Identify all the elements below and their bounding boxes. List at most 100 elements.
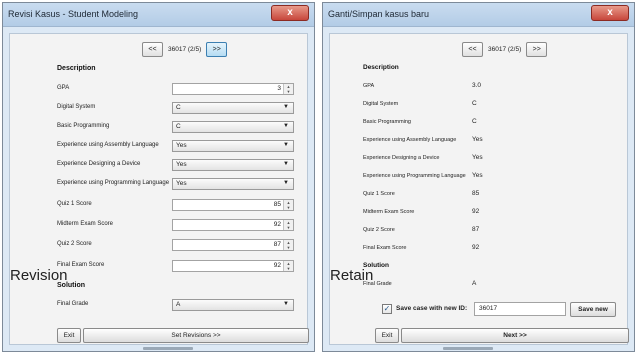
quiz2-spinner[interactable]: 87 ▲ ▼ bbox=[172, 239, 294, 251]
spinner-arrows-icon[interactable]: ▲ ▼ bbox=[283, 240, 293, 250]
programming-experience-value: Yes bbox=[472, 172, 483, 179]
gpa-value: 3 bbox=[277, 85, 281, 92]
title-bar: Ganti/Simpan kasus baru x bbox=[323, 3, 634, 27]
new-id-input[interactable]: 36017 bbox=[474, 302, 566, 316]
quiz1-spinner[interactable]: 85 ▲ ▼ bbox=[172, 199, 294, 211]
basic-programming-label: Basic Programming bbox=[57, 123, 110, 129]
assembly-experience-select[interactable]: Yes ▼ bbox=[172, 140, 294, 152]
digital-system-label: Digital System bbox=[363, 101, 399, 107]
basic-programming-value: C bbox=[176, 123, 181, 130]
programming-experience-value: Yes bbox=[176, 180, 187, 187]
quiz1-label: Quiz 1 Score bbox=[57, 201, 92, 207]
device-design-experience-select[interactable]: Yes ▼ bbox=[172, 159, 294, 171]
midterm-value: 92 bbox=[472, 208, 480, 215]
final-grade-select[interactable]: A ▼ bbox=[172, 299, 294, 311]
final-exam-value: 92 bbox=[472, 244, 480, 251]
digital-system-select[interactable]: C ▼ bbox=[172, 102, 294, 114]
final-exam-spinner[interactable]: 92 ▲ ▼ bbox=[172, 260, 294, 272]
gpa-value: 3.0 bbox=[472, 82, 482, 89]
solution-heading: Solution bbox=[363, 262, 389, 269]
previous-record-button[interactable]: << bbox=[142, 42, 163, 57]
exit-button[interactable]: Exit bbox=[57, 328, 81, 343]
midterm-spinner[interactable]: 92 ▲ ▼ bbox=[172, 219, 294, 231]
basic-programming-select[interactable]: C ▼ bbox=[172, 121, 294, 133]
assembly-experience-label: Experience using Assembly Language bbox=[363, 137, 457, 143]
previous-record-button[interactable]: << bbox=[462, 42, 483, 57]
window-content: Revision << 36017 (2/5) >> Description G… bbox=[9, 33, 309, 345]
basic-programming-value: C bbox=[472, 118, 477, 125]
device-design-experience-value: Yes bbox=[472, 154, 483, 161]
description-heading: Description bbox=[57, 65, 96, 72]
resize-grip bbox=[143, 347, 193, 350]
programming-experience-label: Experience using Programming Language bbox=[57, 180, 170, 186]
final-grade-value: A bbox=[176, 301, 181, 308]
midterm-label: Midterm Exam Score bbox=[57, 221, 114, 227]
set-revisions-button[interactable]: Set Revisions >> bbox=[83, 328, 309, 343]
spinner-arrows-icon[interactable]: ▲ ▼ bbox=[283, 84, 293, 94]
exit-button[interactable]: Exit bbox=[375, 328, 399, 343]
record-position: 36017 (2/5) bbox=[488, 46, 522, 53]
assembly-experience-value: Yes bbox=[472, 136, 483, 143]
final-grade-label: Final Grade bbox=[363, 281, 392, 287]
save-new-button[interactable]: Save new bbox=[570, 302, 616, 317]
record-position: 36017 (2/5) bbox=[168, 46, 202, 53]
quiz1-value: 85 bbox=[273, 201, 281, 208]
dropdown-arrow-icon: ▼ bbox=[283, 104, 289, 110]
basic-programming-label: Basic Programming bbox=[363, 119, 411, 125]
quiz2-value: 87 bbox=[273, 241, 281, 248]
solution-heading: Solution bbox=[57, 282, 85, 289]
spinner-arrows-icon[interactable]: ▲ ▼ bbox=[283, 200, 293, 210]
close-button[interactable]: x bbox=[591, 5, 629, 21]
retain-window: Ganti/Simpan kasus baru x Retain << 3601… bbox=[322, 2, 635, 352]
final-exam-value: 92 bbox=[273, 262, 281, 269]
save-new-id-checkbox[interactable]: ✓ bbox=[382, 304, 392, 314]
quiz1-label: Quiz 1 Score bbox=[363, 191, 395, 197]
dropdown-arrow-icon: ▼ bbox=[283, 123, 289, 129]
final-exam-label: Final Exam Score bbox=[363, 245, 407, 251]
midterm-value: 92 bbox=[273, 221, 281, 228]
digital-system-label: Digital System bbox=[57, 104, 96, 110]
quiz2-label: Quiz 2 Score bbox=[57, 241, 92, 247]
midterm-label: Midterm Exam Score bbox=[363, 209, 415, 215]
quiz2-label: Quiz 2 Score bbox=[363, 227, 395, 233]
close-button[interactable]: x bbox=[271, 5, 309, 21]
spinner-arrows-icon[interactable]: ▲ ▼ bbox=[283, 220, 293, 230]
device-design-experience-label: Experience Designing a Device bbox=[57, 161, 141, 167]
gpa-spinner[interactable]: 3 ▲ ▼ bbox=[172, 83, 294, 95]
digital-system-value: C bbox=[472, 100, 477, 107]
dropdown-arrow-icon: ▼ bbox=[283, 301, 289, 307]
programming-experience-select[interactable]: Yes ▼ bbox=[172, 178, 294, 190]
device-design-experience-value: Yes bbox=[176, 161, 187, 168]
final-exam-label: Final Exam Score bbox=[57, 262, 105, 268]
device-design-experience-label: Experience Designing a Device bbox=[363, 155, 440, 161]
final-grade-label: Final Grade bbox=[57, 301, 89, 307]
revision-window: Revisi Kasus - Student Modeling x Revisi… bbox=[2, 2, 315, 352]
assembly-experience-value: Yes bbox=[176, 142, 187, 149]
gpa-label: GPA bbox=[363, 83, 375, 89]
quiz1-value: 85 bbox=[472, 190, 480, 197]
title-bar: Revisi Kasus - Student Modeling x bbox=[3, 3, 314, 27]
save-new-id-label: Save case with new ID: bbox=[396, 305, 468, 312]
programming-experience-label: Experience using Programming Language bbox=[363, 173, 466, 179]
next-button[interactable]: Next >> bbox=[401, 328, 629, 343]
quiz2-value: 87 bbox=[472, 226, 480, 233]
next-record-button[interactable]: >> bbox=[526, 42, 548, 57]
record-navigator: << 36017 (2/5) >> bbox=[462, 41, 548, 58]
window-title: Revisi Kasus - Student Modeling bbox=[8, 9, 139, 19]
dropdown-arrow-icon: ▼ bbox=[283, 161, 289, 167]
gpa-label: GPA bbox=[57, 85, 70, 91]
assembly-experience-label: Experience using Assembly Language bbox=[57, 142, 159, 148]
resize-grip bbox=[443, 347, 493, 350]
record-navigator: << 36017 (2/5) >> bbox=[142, 41, 228, 58]
final-grade-value: A bbox=[472, 280, 477, 287]
dropdown-arrow-icon: ▼ bbox=[283, 180, 289, 186]
window-title: Ganti/Simpan kasus baru bbox=[328, 9, 430, 19]
next-record-button[interactable]: >> bbox=[206, 42, 228, 57]
new-id-value: 36017 bbox=[479, 305, 498, 312]
checkmark-icon: ✓ bbox=[383, 304, 391, 313]
window-content: Retain << 36017 (2/5) >> Description GPA… bbox=[329, 33, 629, 345]
digital-system-value: C bbox=[176, 104, 181, 111]
dropdown-arrow-icon: ▼ bbox=[283, 142, 289, 148]
description-heading: Description bbox=[363, 64, 399, 71]
spinner-arrows-icon[interactable]: ▲ ▼ bbox=[283, 261, 293, 271]
